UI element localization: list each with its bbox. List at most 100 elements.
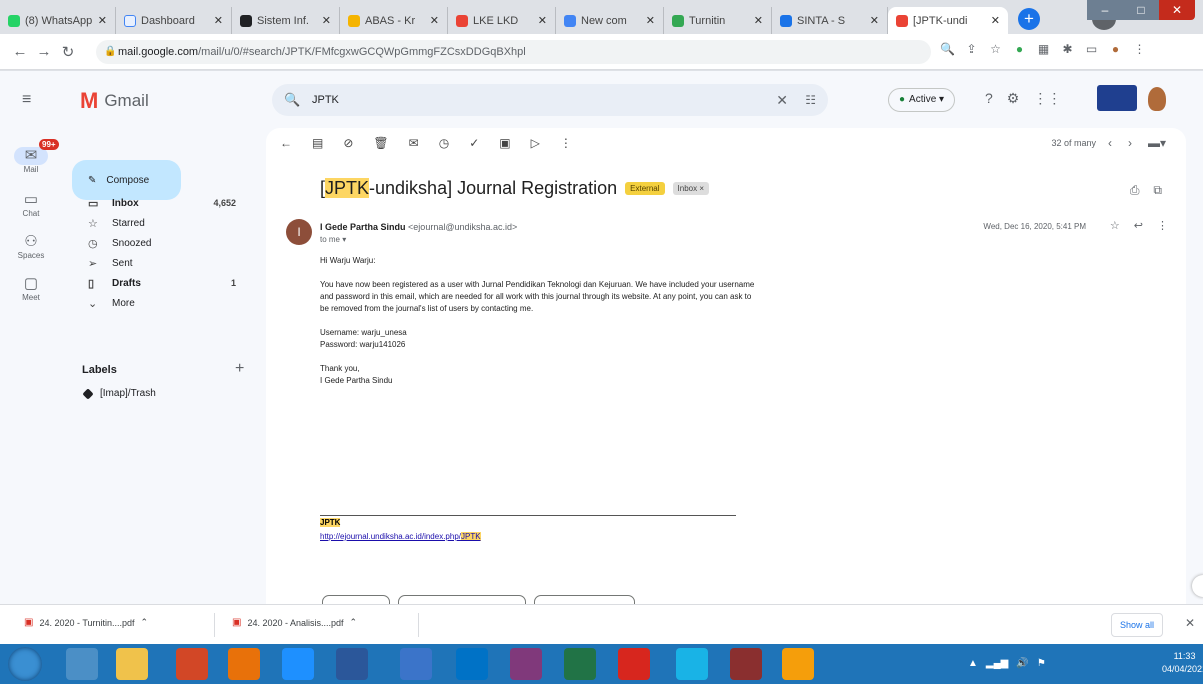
excel-taskbar-icon[interactable] xyxy=(564,648,596,680)
print-icon[interactable]: ⎙ xyxy=(1130,183,1140,198)
older-icon[interactable]: › xyxy=(1128,136,1132,150)
rail-mail[interactable]: ✉ 99+ Mail xyxy=(8,139,59,174)
search-options-icon[interactable]: ☷ xyxy=(805,84,816,116)
hamburger-menu-icon[interactable]: ≡ xyxy=(22,91,31,109)
more-vert-icon[interactable]: ⋮ xyxy=(1157,219,1168,232)
browser-tab[interactable]: ABAS - Kr ✕ xyxy=(340,7,448,34)
report-spam-icon[interactable]: ⊘ xyxy=(343,136,353,150)
snooze-icon[interactable]: ◷ xyxy=(439,136,449,150)
firefox-taskbar-icon[interactable] xyxy=(782,648,814,680)
reload-icon[interactable]: ↻ xyxy=(56,43,80,61)
sidepanel-icon[interactable]: ▭ xyxy=(1084,42,1099,57)
app-taskbar-icon[interactable] xyxy=(400,648,432,680)
nav-item-drafts[interactable]: ▯ Drafts 1 xyxy=(64,273,264,293)
close-icon[interactable]: ✕ xyxy=(870,14,879,27)
rail-spaces[interactable]: ⚇ Spaces xyxy=(8,233,54,260)
nav-item-inbox[interactable]: ▭ Inbox 4,652 xyxy=(64,193,264,213)
ie-taskbar-icon[interactable] xyxy=(282,648,314,680)
nav-item-more[interactable]: ⌄ More xyxy=(64,293,264,313)
close-icon[interactable]: ✕ xyxy=(646,14,655,27)
close-icon[interactable]: ✕ xyxy=(538,14,547,27)
explorer-taskbar-icon[interactable] xyxy=(116,648,148,680)
input-tools-icon[interactable]: ▬▾ xyxy=(1148,136,1166,150)
close-icon[interactable]: ✕ xyxy=(991,14,1000,27)
menu-kebab-icon[interactable]: ⋮ xyxy=(1132,42,1147,57)
network-icon[interactable]: ▂▄▆ xyxy=(986,658,1008,669)
star-icon[interactable]: ☆ xyxy=(1110,219,1120,232)
profile-avatar-icon[interactable]: ● xyxy=(1108,42,1123,57)
gmail-logo[interactable]: M Gmail xyxy=(80,88,149,114)
outlook-taskbar-icon[interactable] xyxy=(456,648,488,680)
media-taskbar-icon[interactable] xyxy=(228,648,260,680)
apps-grid-icon[interactable]: ⋮⋮ xyxy=(1033,90,1061,107)
recipient-line[interactable]: to me ▾ xyxy=(320,235,346,244)
browser-tab[interactable]: New com ✕ xyxy=(556,7,664,34)
nav-item-snoozed[interactable]: ◷ Snoozed xyxy=(64,233,264,253)
close-icon[interactable]: ✕ xyxy=(214,14,223,27)
help-icon[interactable]: ? xyxy=(985,90,993,107)
search-input[interactable]: 🔍 JPTK ✕ ☷ xyxy=(272,84,828,116)
status-dropdown[interactable]: ● Active ▾ xyxy=(888,88,956,112)
add-label-icon[interactable]: + xyxy=(235,360,244,378)
more-options-icon[interactable]: ⋮ xyxy=(560,136,572,150)
onenote-taskbar-icon[interactable] xyxy=(510,648,542,680)
org-logo[interactable] xyxy=(1097,85,1137,111)
extension-green-icon[interactable]: ● xyxy=(1012,42,1027,57)
browser-tab[interactable]: SINTA - S ✕ xyxy=(772,7,888,34)
browser-tab[interactable]: Dashboard ✕ xyxy=(116,7,232,34)
volume-icon[interactable]: 🔊 xyxy=(1016,658,1028,669)
bookmark-star-icon[interactable]: ☆ xyxy=(988,42,1003,57)
nav-item-starred[interactable]: ☆ Starred xyxy=(64,213,264,233)
browser-tab[interactable]: Sistem Inf. ✕ xyxy=(232,7,340,34)
close-icon[interactable]: ✕ xyxy=(754,14,763,27)
account-avatar[interactable] xyxy=(1148,87,1166,111)
nav-item-sent[interactable]: ➢ Sent xyxy=(64,253,264,273)
settings-gear-icon[interactable]: ⚙ xyxy=(1007,90,1020,107)
mark-unread-icon[interactable]: ✉ xyxy=(409,136,419,150)
zoom-icon[interactable]: 🔍 xyxy=(940,42,955,57)
close-icon[interactable]: ✕ xyxy=(98,14,107,27)
reply-icon[interactable]: ↩ xyxy=(1134,219,1143,232)
powerpoint-taskbar-icon[interactable] xyxy=(176,648,208,680)
close-window-button[interactable]: ✕ xyxy=(1159,0,1195,20)
chrome-taskbar-icon[interactable] xyxy=(66,648,98,680)
label-item-trash[interactable]: [Imap]/Trash xyxy=(82,387,156,400)
browser-tab[interactable]: LKE LKD ✕ xyxy=(448,7,556,34)
rail-chat[interactable]: ▭ Chat xyxy=(8,191,54,218)
back-icon[interactable]: ← xyxy=(8,43,32,60)
download-item[interactable]: ▣ 24. 2020 - Analisis....pdf ⌃ xyxy=(232,617,357,628)
minimize-button[interactable]: – xyxy=(1087,0,1123,20)
newer-icon[interactable]: ‹ xyxy=(1108,136,1112,150)
sender-avatar[interactable]: I xyxy=(286,219,312,245)
close-icon[interactable]: ✕ xyxy=(322,14,331,27)
browser-tab-active[interactable]: [JPTK-undi ✕ xyxy=(888,7,1008,34)
forward-icon[interactable]: → xyxy=(32,43,56,60)
rail-meet[interactable]: ▢ Meet xyxy=(8,275,54,302)
close-downloads-icon[interactable]: ✕ xyxy=(1185,616,1195,630)
url-input[interactable]: 🔒 mail.google.com/mail/u/0/#search/JPTK/F… xyxy=(96,40,931,64)
acrobat-taskbar-icon[interactable] xyxy=(618,648,650,680)
open-new-window-icon[interactable]: ⧉ xyxy=(1153,183,1162,198)
clear-search-icon[interactable]: ✕ xyxy=(776,84,788,116)
sender-name[interactable]: I Gede Partha Sindu xyxy=(320,222,406,232)
calendar-taskbar-icon[interactable] xyxy=(730,648,762,680)
browser-tab[interactable]: (8) WhatsApp ✕ xyxy=(0,7,116,34)
move-to-icon[interactable]: ▣ xyxy=(499,136,510,150)
start-button[interactable] xyxy=(8,647,42,681)
extension-grid-icon[interactable]: ▦ xyxy=(1036,42,1051,57)
edge-taskbar-icon[interactable] xyxy=(676,648,708,680)
delete-icon[interactable]: 🗑 xyxy=(373,136,388,150)
search-icon[interactable]: 🔍 xyxy=(284,84,300,116)
back-arrow-icon[interactable]: ← xyxy=(280,136,292,150)
browser-tab[interactable]: Turnitin ✕ xyxy=(664,7,772,34)
word-taskbar-icon[interactable] xyxy=(336,648,368,680)
new-tab-button[interactable]: + xyxy=(1018,8,1040,30)
extensions-puzzle-icon[interactable]: ✱ xyxy=(1060,42,1075,57)
flag-icon[interactable]: ⚑ xyxy=(1037,658,1046,669)
chevron-up-icon[interactable]: ⌃ xyxy=(350,617,358,628)
label-icon[interactable]: ▷ xyxy=(531,136,540,150)
chevron-up-icon[interactable]: ⌃ xyxy=(141,617,149,628)
maximize-button[interactable]: □ xyxy=(1123,0,1159,20)
system-clock[interactable]: 11:33 04/04/2021 xyxy=(1162,650,1203,676)
share-icon[interactable]: ⇪ xyxy=(964,42,979,57)
